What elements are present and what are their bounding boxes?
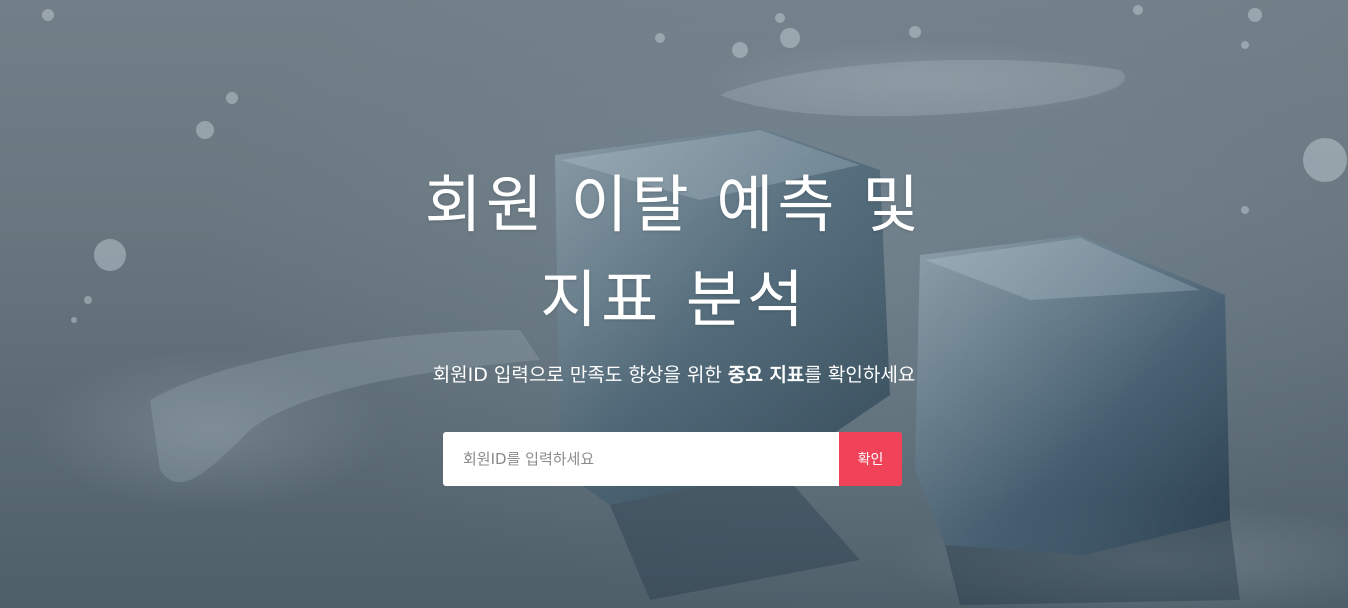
page-subtitle: 회원ID 입력으로 만족도 향상을 위한 중요 지표를 확인하세요 [0, 360, 1348, 390]
subtitle-text-before: 회원ID 입력으로 만족도 향상을 위한 [432, 364, 728, 386]
page-title-line-1: 회원 이탈 예측 및 [424, 168, 924, 241]
subtitle-highlight: 중요 지표 [727, 364, 805, 386]
page-title-line-2: 지표 분석 [540, 263, 808, 336]
subtitle-text-after: 를 확인하세요 [804, 364, 916, 386]
hero-section: 회원 이탈 예측 및 지표 분석 회원ID 입력으로 만족도 향상을 위한 중요… [0, 0, 1348, 608]
confirm-button[interactable]: 확인 [839, 432, 902, 486]
member-id-form: 확인 [443, 432, 902, 486]
hero-content: 회원 이탈 예측 및 지표 분석 회원ID 입력으로 만족도 향상을 위한 중요… [0, 0, 1348, 608]
member-id-input[interactable] [443, 432, 839, 486]
